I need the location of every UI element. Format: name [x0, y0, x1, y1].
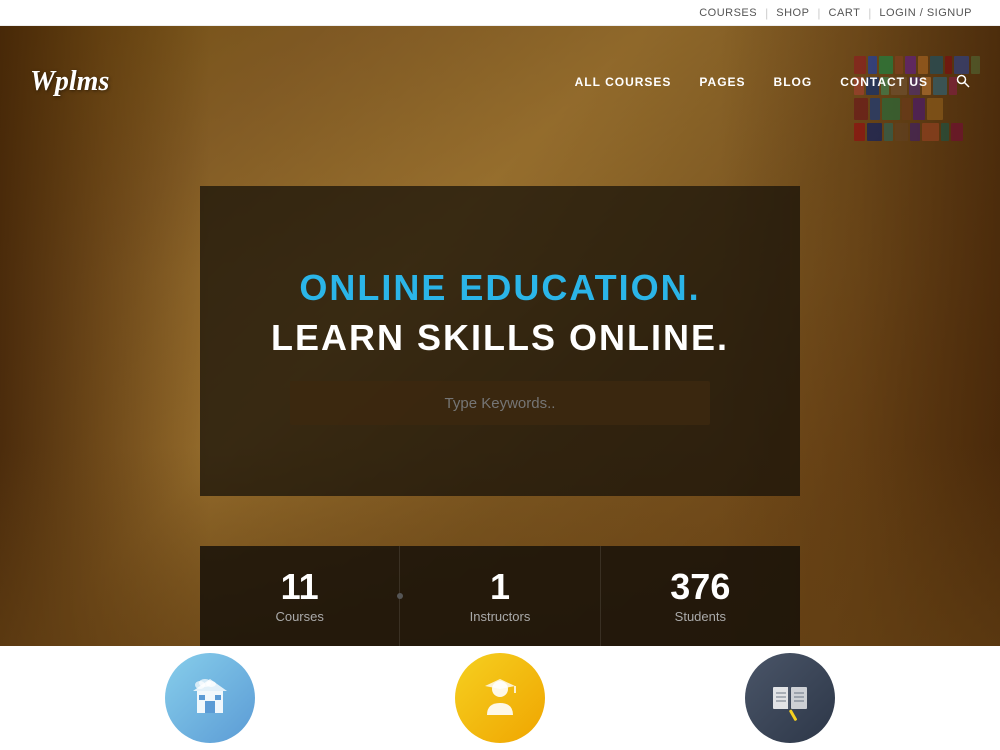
- nav-links-container: ALL COURSES PAGES BLOG CONTACT US: [575, 74, 970, 91]
- person-icon: [475, 673, 525, 723]
- hero-background: Wplms ALL COURSES PAGES BLOG CONTACT US …: [0, 26, 1000, 646]
- top-link-cart[interactable]: CART: [821, 7, 869, 19]
- top-link-shop[interactable]: SHOP: [768, 7, 817, 19]
- feature-icon-blue: [165, 653, 255, 743]
- top-utility-bar: COURSES | SHOP | CART | LOGIN / SIGNUP: [0, 0, 1000, 26]
- top-bar-links: COURSES | SHOP | CART | LOGIN / SIGNUP: [691, 6, 980, 20]
- bottom-features-section: [0, 646, 1000, 750]
- keyword-search-input[interactable]: [290, 381, 710, 425]
- hero-title: LEARN SKILLS ONLINE.: [271, 317, 729, 359]
- stat-instructors: 1 Instructors: [400, 546, 600, 646]
- stat-students: 376 Students: [601, 546, 800, 646]
- stat-students-label: Students: [675, 609, 726, 624]
- book-icon: [765, 673, 815, 723]
- top-link-login[interactable]: LOGIN / SIGNUP: [871, 7, 980, 19]
- nav-link-pages[interactable]: PAGES: [699, 75, 745, 89]
- stat-instructors-label: Instructors: [470, 609, 531, 624]
- main-navigation: Wplms ALL COURSES PAGES BLOG CONTACT US: [0, 52, 1000, 112]
- hero-subtitle: ONLINE EDUCATION.: [299, 267, 700, 309]
- nav-link-blog[interactable]: BLOG: [774, 75, 813, 89]
- stat-courses: 11 Courses: [200, 546, 400, 646]
- stat-students-number: 376: [670, 569, 730, 605]
- feature-icon-yellow: [455, 653, 545, 743]
- search-icon[interactable]: [956, 74, 970, 91]
- stats-bar: 11 Courses 1 Instructors 376 Students: [200, 546, 800, 646]
- top-link-courses[interactable]: COURSES: [691, 7, 765, 19]
- nav-link-contact[interactable]: CONTACT US: [840, 75, 928, 89]
- stat-courses-label: Courses: [275, 609, 323, 624]
- building-icon: [185, 673, 235, 723]
- nav-link-all-courses[interactable]: ALL COURSES: [575, 75, 672, 89]
- feature-icon-dark: [745, 653, 835, 743]
- stat-instructors-number: 1: [490, 569, 510, 605]
- stat-courses-number: 11: [281, 569, 319, 605]
- hero-section: Wplms ALL COURSES PAGES BLOG CONTACT US …: [0, 26, 1000, 646]
- site-logo[interactable]: Wplms: [30, 66, 109, 98]
